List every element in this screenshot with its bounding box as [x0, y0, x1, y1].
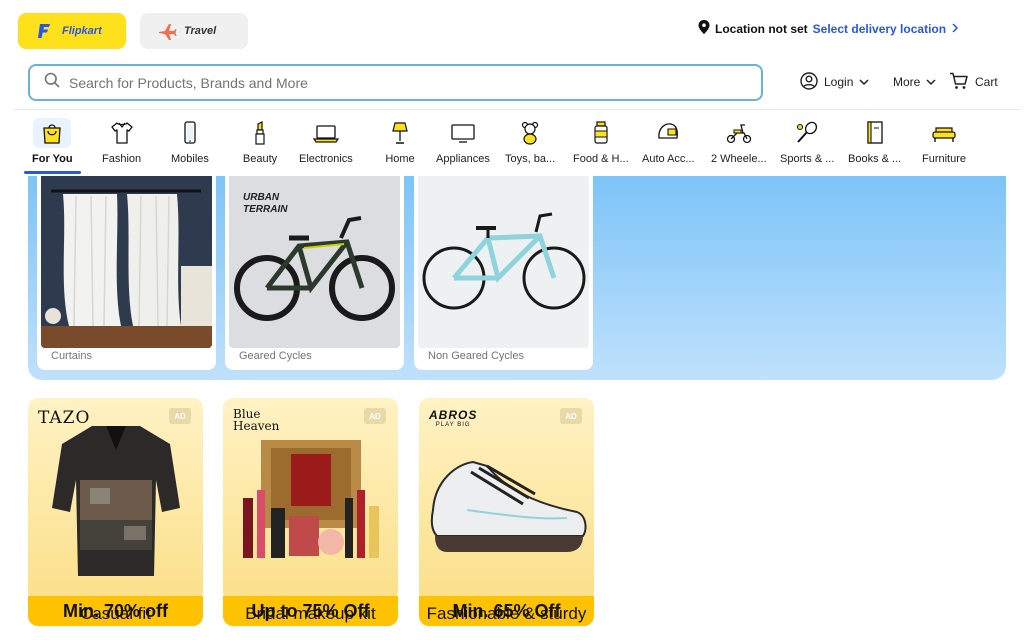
category-nav: For You Fashion Mobiles Beauty Electroni…: [24, 118, 1000, 174]
ad-image-box: TAZO AD: [28, 398, 203, 602]
category-label: Sports & ...: [780, 153, 835, 165]
ad-title: Casual fit: [80, 604, 151, 623]
more-label: More: [893, 75, 921, 89]
category-label: Food & H...: [573, 153, 629, 165]
category-sports[interactable]: Sports & ...: [780, 118, 834, 174]
ad-card-bridal-makeup-kit[interactable]: Blue Heaven AD Up to 75% Off Bridal make…: [223, 398, 398, 626]
product-card-non-geared-cycles[interactable]: Non Geared Cycles: [414, 176, 593, 370]
ad-image-box: ABROS PLAY BIG AD: [419, 398, 594, 602]
tab-travel[interactable]: Travel: [140, 13, 248, 49]
product-banner: Curtains URBAN TERRAIN Geared Cycles Non…: [28, 176, 1006, 380]
ad-badge: AD: [560, 408, 582, 424]
location-status: Location not set: [715, 21, 808, 36]
airplane-icon: [156, 20, 178, 42]
scooter-icon: [721, 118, 757, 148]
chevron-down-icon: [859, 75, 869, 89]
ad-title: Bridal makeup kit: [245, 604, 376, 623]
category-label: Toys, ba...: [505, 153, 556, 165]
cart-label: Cart: [975, 75, 998, 89]
active-tab-indicator: [24, 171, 81, 174]
category-label: Fashion: [102, 153, 142, 165]
category-label: Electronics: [299, 153, 353, 165]
category-label: Furniture: [922, 153, 967, 165]
polo-shirt-image: [52, 426, 180, 576]
svg-text:TERRAIN: TERRAIN: [243, 204, 288, 215]
non-geared-cycle-image: [418, 176, 589, 348]
category-food[interactable]: Food & H...: [573, 118, 629, 174]
search-input[interactable]: [69, 74, 669, 91]
login-button[interactable]: Login: [800, 71, 869, 93]
category-home[interactable]: Home: [382, 118, 418, 174]
category-beauty[interactable]: Beauty: [242, 118, 278, 174]
search-icon: [44, 72, 60, 93]
category-two-wheelers[interactable]: 2 Wheele...: [711, 118, 767, 174]
category-for-you[interactable]: For You: [24, 118, 81, 174]
tshirt-icon: [104, 118, 140, 148]
lamp-icon: [382, 118, 418, 148]
urban-terrain-logo: URBAN: [243, 192, 280, 203]
location-pin-icon: [698, 20, 710, 37]
laptop-icon: [308, 118, 344, 148]
mobile-phone-icon: [172, 118, 208, 148]
sneaker-image: [430, 460, 587, 552]
delivery-location[interactable]: Location not set Select delivery locatio…: [698, 20, 959, 37]
book-icon: [857, 118, 893, 148]
ad-title: Fashionable & sturdy: [426, 604, 587, 623]
user-icon: [800, 71, 818, 93]
flipkart-logo-icon: [34, 20, 56, 42]
category-label: Mobiles: [171, 153, 209, 165]
login-label: Login: [824, 75, 854, 89]
category-label: Appliances: [436, 153, 490, 165]
category-fashion[interactable]: Fashion: [102, 118, 141, 174]
geared-cycle-image: URBAN TERRAIN: [229, 176, 400, 348]
category-appliances[interactable]: Appliances: [436, 118, 490, 174]
search-bar[interactable]: [28, 64, 763, 101]
tab-flipkart-label: Flipkart: [62, 25, 102, 37]
category-mobiles[interactable]: Mobiles: [171, 118, 209, 174]
category-books[interactable]: Books & ...: [848, 118, 901, 174]
teddy-bear-icon: [512, 118, 548, 148]
header-divider: [14, 109, 1020, 110]
cart-icon: [949, 72, 969, 93]
tab-travel-label: Travel: [184, 25, 217, 37]
category-label: Books & ...: [848, 153, 902, 165]
product-label: Non Geared Cycles: [428, 350, 524, 362]
makeup-kit-image: [243, 440, 379, 558]
tab-flipkart[interactable]: Flipkart: [18, 13, 126, 49]
jar-icon: [583, 118, 619, 148]
category-label: Home: [385, 153, 415, 165]
curtains-image: [41, 176, 212, 348]
abros-logo: ABROS PLAY BIG: [429, 408, 478, 428]
category-auto[interactable]: Auto Acc...: [642, 118, 695, 174]
category-label: Auto Acc...: [642, 153, 695, 165]
blue-heaven-logo: Blue Heaven: [233, 407, 280, 433]
helmet-icon: [650, 118, 686, 148]
ad-image-box: Blue Heaven AD: [223, 398, 398, 602]
cart-button[interactable]: Cart: [949, 71, 998, 93]
product-label: Geared Cycles: [239, 350, 312, 362]
lipstick-icon: [242, 118, 278, 148]
category-label: 2 Wheele...: [711, 153, 767, 165]
more-button[interactable]: More: [893, 71, 936, 93]
category-furniture[interactable]: Furniture: [922, 118, 966, 174]
ad-badge: AD: [364, 408, 386, 424]
category-electronics[interactable]: Electronics: [299, 118, 353, 174]
ad-card-casual-fit[interactable]: TAZO AD Min. 70% off Casual fit: [28, 398, 203, 626]
chevron-down-icon: [926, 75, 936, 89]
product-card-geared-cycles[interactable]: URBAN TERRAIN Geared Cycles: [225, 176, 404, 370]
select-location-link[interactable]: Select delivery location: [813, 22, 946, 36]
category-toys[interactable]: Toys, ba...: [505, 118, 555, 174]
racket-icon: [789, 118, 825, 148]
category-label: For You: [32, 153, 73, 165]
product-card-curtains[interactable]: Curtains: [37, 176, 216, 370]
ad-card-fashionable-sturdy[interactable]: ABROS PLAY BIG AD Min. 65% Off Fashionab…: [419, 398, 594, 626]
chevron-right-icon: [951, 22, 959, 36]
tv-icon: [445, 118, 481, 148]
shopping-bag-icon: [33, 118, 72, 148]
product-label: Curtains: [51, 350, 92, 362]
sofa-icon: [926, 118, 962, 148]
category-label: Beauty: [242, 153, 278, 165]
